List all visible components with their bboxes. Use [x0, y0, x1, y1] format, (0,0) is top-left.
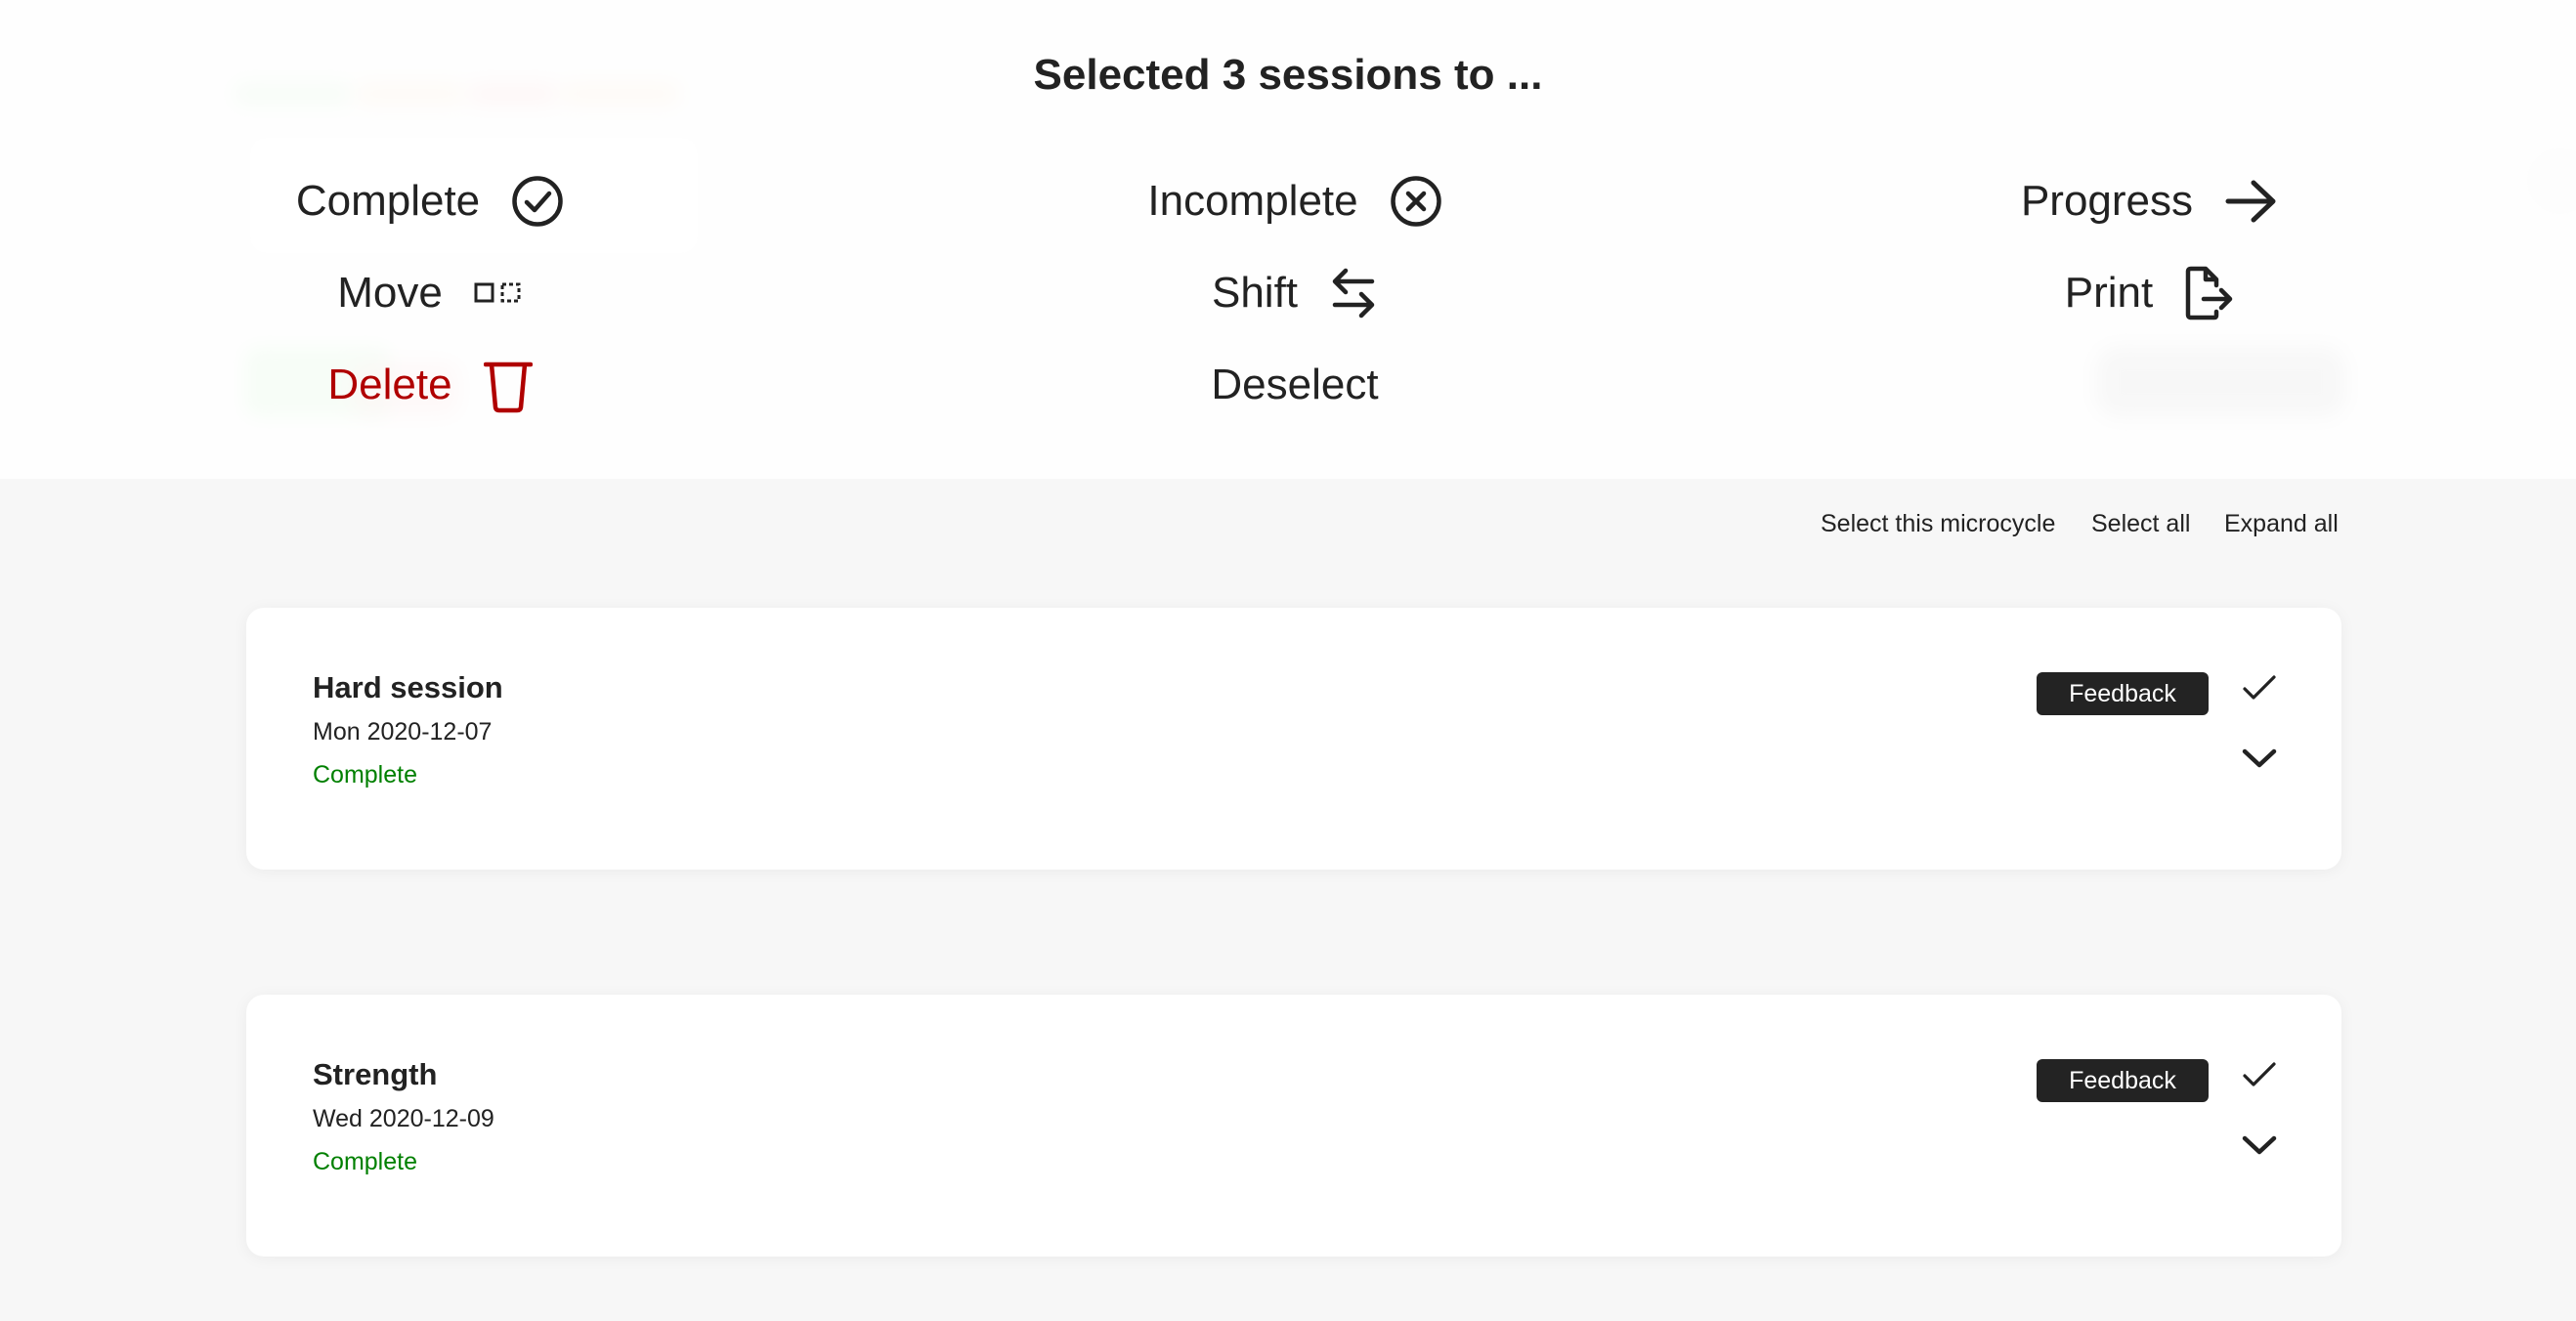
move-boxes-icon	[474, 281, 523, 305]
session-card[interactable]: Strength Wed 2020-12-09 Complete Feedbac…	[246, 995, 2341, 1257]
complete-action-button[interactable]: Complete	[254, 162, 606, 240]
deselect-action-button[interactable]: Deselect	[1075, 346, 1515, 424]
incomplete-action-button[interactable]: Incomplete	[1075, 162, 1515, 240]
session-card[interactable]: Hard session Mon 2020-12-07 Complete Fee…	[246, 608, 2341, 870]
incomplete-action-label: Incomplete	[1147, 177, 1358, 225]
progress-action-button[interactable]: Progress	[1974, 162, 2326, 240]
move-action-label: Move	[337, 269, 443, 317]
complete-action-label: Complete	[295, 177, 481, 225]
select-microcycle-link[interactable]: Select this microcycle	[1821, 510, 2055, 538]
progress-action-label: Progress	[2020, 177, 2194, 225]
check-circle-icon	[511, 175, 564, 228]
checkmark-icon	[2243, 675, 2276, 700]
session-status: Complete	[313, 1148, 417, 1175]
expand-session-button[interactable]	[2240, 1126, 2279, 1165]
chevron-down-icon	[2242, 748, 2277, 768]
session-date: Mon 2020-12-07	[313, 718, 493, 746]
move-action-button[interactable]: Move	[254, 254, 606, 332]
delete-action-button[interactable]: Delete	[254, 346, 606, 424]
deselect-action-label: Deselect	[1211, 361, 1379, 408]
overlay-title: Selected 3 sessions to ...	[1033, 51, 1543, 99]
export-file-icon	[2184, 266, 2235, 320]
session-title: Strength	[313, 1057, 438, 1091]
chevron-down-icon	[2242, 1135, 2277, 1155]
shift-action-label: Shift	[1211, 269, 1299, 317]
print-action-label: Print	[2064, 269, 2154, 317]
print-action-button[interactable]: Print	[1974, 254, 2326, 332]
session-status: Complete	[313, 761, 417, 788]
session-date: Wed 2020-12-09	[313, 1105, 494, 1132]
session-title: Hard session	[313, 670, 503, 704]
x-circle-icon	[1390, 175, 1442, 228]
select-all-link[interactable]: Select all	[2091, 510, 2190, 538]
feedback-button[interactable]: Feedback	[2037, 672, 2209, 715]
select-session-toggle[interactable]	[2240, 1055, 2279, 1094]
arrow-right-icon	[2224, 178, 2279, 225]
trash-icon	[483, 357, 533, 413]
delete-action-label: Delete	[327, 361, 452, 408]
feedback-button[interactable]: Feedback	[2037, 1059, 2209, 1102]
select-session-toggle[interactable]	[2240, 668, 2279, 707]
shift-action-button[interactable]: Shift	[1075, 254, 1515, 332]
bulk-action-panel: Selected 3 sessions to ... Complete Inco…	[0, 0, 2576, 479]
checkmark-icon	[2243, 1062, 2276, 1087]
swap-arrows-icon	[1329, 266, 1378, 320]
expand-session-button[interactable]	[2240, 739, 2279, 778]
expand-all-link[interactable]: Expand all	[2224, 510, 2339, 538]
